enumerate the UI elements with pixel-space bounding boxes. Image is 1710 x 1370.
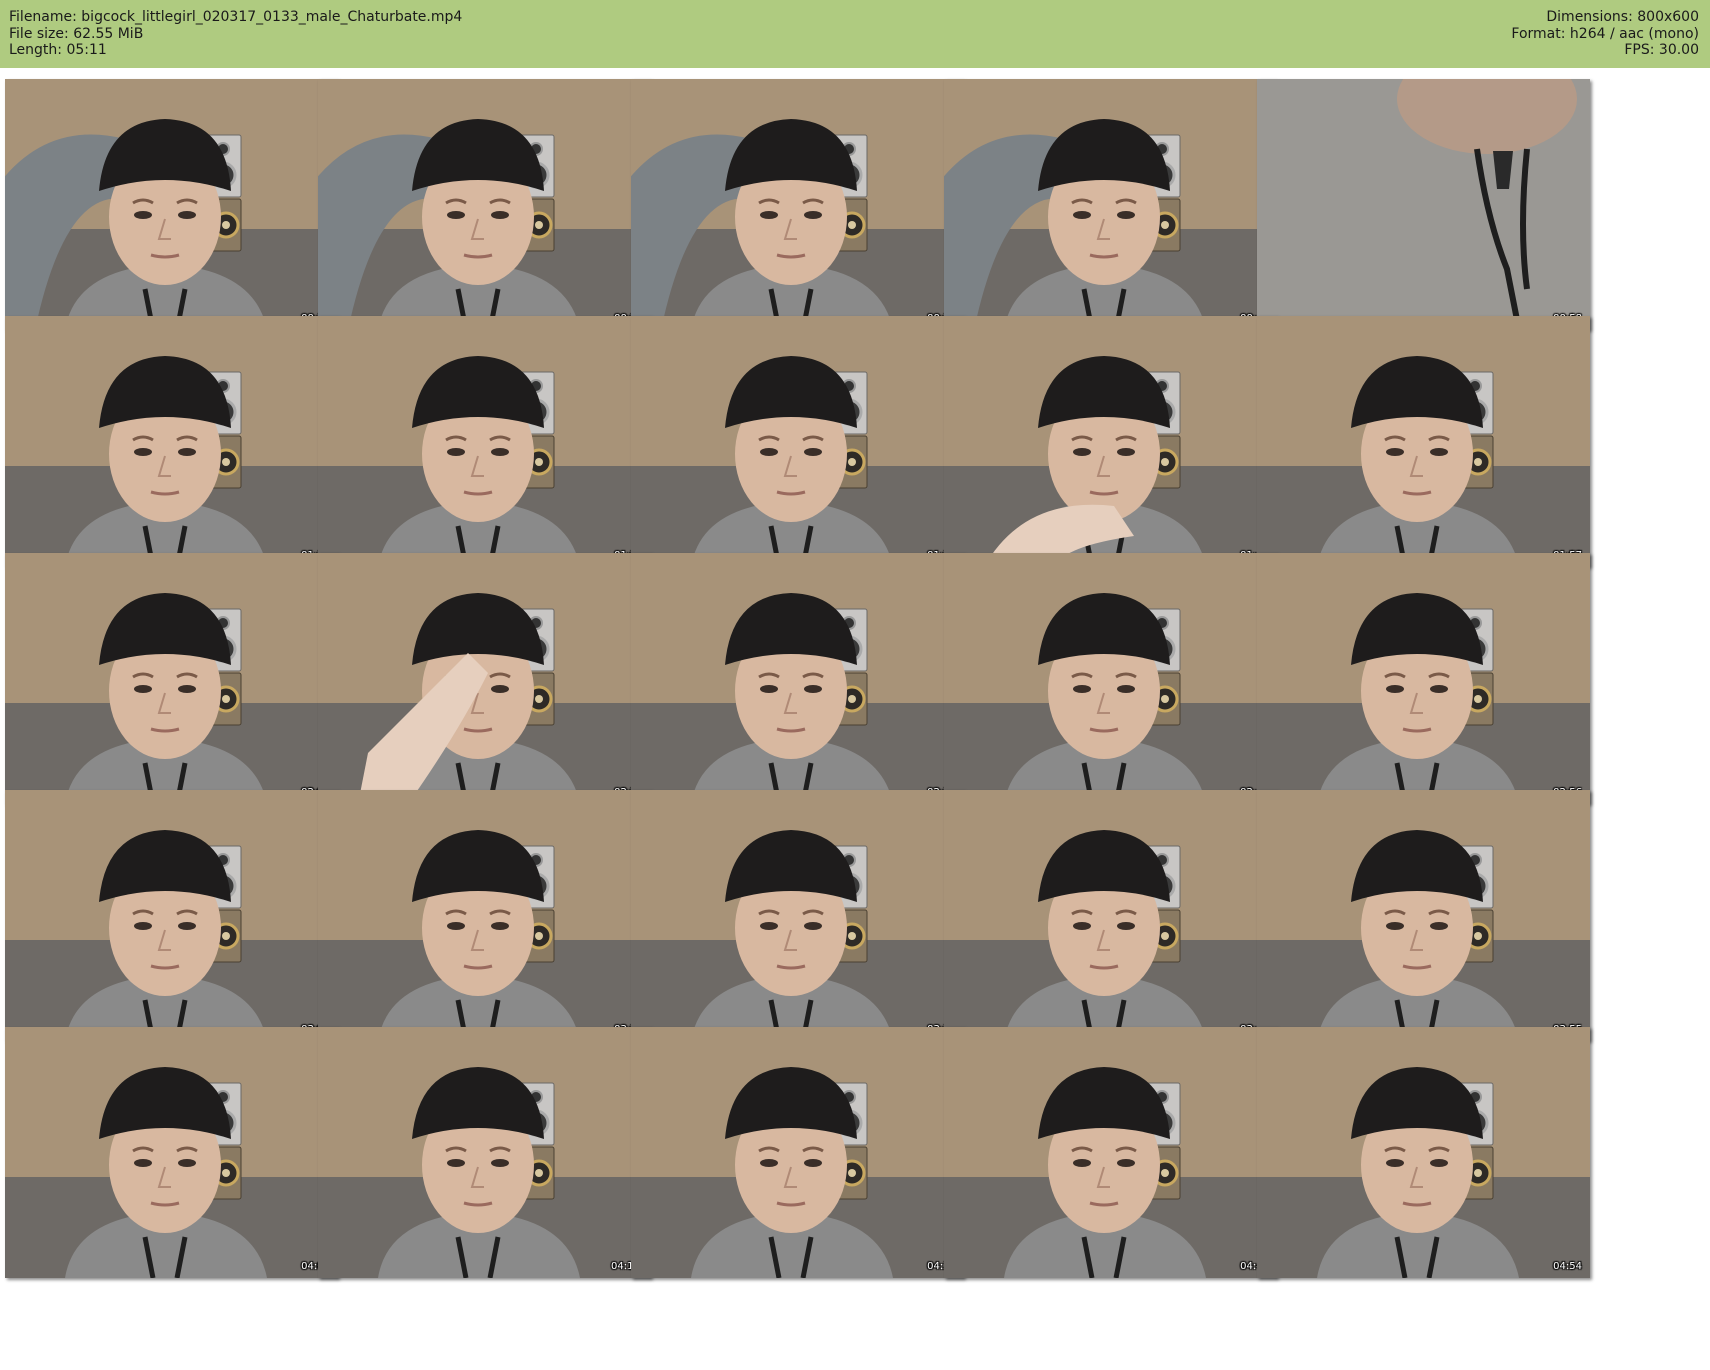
thumbnail-grid: 00:11 00:23: [5, 79, 1709, 1369]
video-thumbnail: 01:57: [1257, 316, 1590, 567]
thumbnail-frame-image: [1257, 553, 1590, 804]
video-thumbnail: 04:54: [1257, 1027, 1590, 1278]
thumbnail-frame-image: [1257, 790, 1590, 1041]
video-thumbnail: 02:09: [5, 553, 338, 804]
video-thumbnail: 02:56: [1257, 553, 1590, 804]
thumbnail-frame-image: [631, 1027, 964, 1278]
thumbnail-frame-image: [944, 79, 1277, 330]
video-thumbnail: 01:22: [318, 316, 651, 567]
thumbnail-frame-image: [1257, 79, 1590, 330]
video-thumbnail: 02:44: [944, 553, 1277, 804]
format-text: Format: h264 / aac (mono): [1511, 25, 1699, 42]
thumbnail-frame-image: [944, 316, 1277, 567]
video-thumbnail: 03:20: [318, 790, 651, 1041]
thumbnail-frame-image: [5, 79, 338, 330]
video-thumbnail: 00:58: [1257, 79, 1590, 330]
video-thumbnail: 04:07: [5, 1027, 338, 1278]
thumbnail-frame-image: [5, 553, 338, 804]
thumbnail-frame-image: [5, 1027, 338, 1278]
thumbnail-frame-image: [318, 79, 651, 330]
video-thumbnail: 02:21: [318, 553, 651, 804]
video-thumbnail: 00:11: [5, 79, 338, 330]
dimensions-text: Dimensions: 800x600: [1546, 9, 1699, 25]
contact-sheet: Filename: bigcock_littlegirl_020317_0133…: [0, 0, 1710, 1370]
thumbnail-timestamp: 04:54: [1553, 1261, 1582, 1272]
info-right-column: Dimensions: 800x600 Format: h264 / aac (…: [1511, 9, 1699, 59]
thumbnail-frame-image: [318, 553, 651, 804]
thumbnail-frame-image: [944, 553, 1277, 804]
video-thumbnail: 04:30: [631, 1027, 964, 1278]
video-thumbnail: 00:47: [944, 79, 1277, 330]
thumbnail-frame-image: [631, 79, 964, 330]
video-thumbnail: 03:55: [1257, 790, 1590, 1041]
info-left-column: Filename: bigcock_littlegirl_020317_0133…: [9, 9, 462, 59]
thumbnail-frame-image: [631, 790, 964, 1041]
thumbnail-frame-image: [631, 316, 964, 567]
video-info-header: Filename: bigcock_littlegirl_020317_0133…: [0, 0, 1710, 68]
thumbnail-frame-image: [318, 790, 651, 1041]
thumbnail-frame-image: [944, 790, 1277, 1041]
thumbnail-frame-image: [1257, 316, 1590, 567]
thumbnail-frame-image: [5, 316, 338, 567]
fps-text: FPS: 30.00: [1624, 42, 1699, 58]
video-thumbnail: 02:33: [631, 553, 964, 804]
video-thumbnail: 01:10: [5, 316, 338, 567]
video-thumbnail: 00:23: [318, 79, 651, 330]
filename-text: Filename: bigcock_littlegirl_020317_0133…: [9, 9, 463, 25]
thumbnail-frame-image: [318, 1027, 651, 1278]
file-size-text: File size: 62.55 MiB: [9, 25, 144, 42]
video-thumbnail: 01:34: [631, 316, 964, 567]
thumbnail-frame-image: [1257, 1027, 1590, 1278]
video-thumbnail: 00:35: [631, 79, 964, 330]
thumbnail-frame-image: [944, 1027, 1277, 1278]
thumbnail-frame-image: [5, 790, 338, 1041]
length-text: Length: 05:11: [9, 42, 107, 58]
video-thumbnail: 04:42: [944, 1027, 1277, 1278]
video-thumbnail: 04:18.: [318, 1027, 651, 1278]
video-thumbnail: 01:45: [944, 316, 1277, 567]
video-thumbnail: 03:43: [944, 790, 1277, 1041]
video-thumbnail: 03:31: [631, 790, 964, 1041]
video-thumbnail: 03:08: [5, 790, 338, 1041]
thumbnail-frame-image: [318, 316, 651, 567]
thumbnail-frame-image: [631, 553, 964, 804]
